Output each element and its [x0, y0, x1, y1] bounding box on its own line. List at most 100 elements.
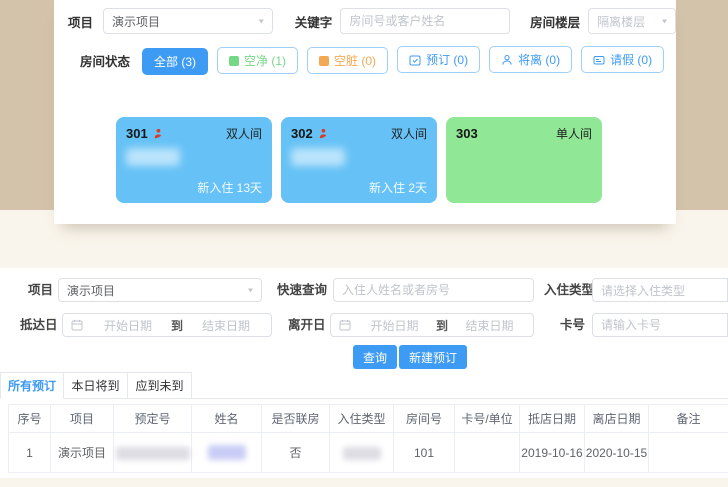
column-header: 序号: [9, 405, 51, 433]
column-header: 预定号: [114, 405, 192, 433]
project-select-value: 演示项目: [67, 282, 115, 299]
chevron-down-icon: ▾: [259, 17, 264, 26]
redacted-booking-no: [116, 447, 190, 460]
checkin-type-placeholder: 请选择入住类型: [601, 282, 685, 299]
project-label: 项目: [68, 12, 93, 31]
room-card-302[interactable]: 302 双人间 新入住 2天: [281, 117, 437, 203]
calendar-icon: [71, 319, 83, 331]
status-filter-label: 预订 (0): [426, 51, 468, 68]
keyword-input-wrap: [340, 8, 510, 34]
room-card-header: 302 双人间: [281, 117, 437, 142]
table-cell: [649, 433, 728, 473]
booking-tabs: 所有预订本日将到应到未到: [0, 372, 728, 399]
room-card-301[interactable]: 301 双人间 新入住 13天: [116, 117, 272, 203]
top-filter-row: 项目 演示项目 ▾ 关键字 房间楼层 隔离楼层 ▾: [54, 8, 676, 34]
project-select[interactable]: 演示项目 ▾: [103, 8, 273, 34]
room-card-header: 301 双人间: [116, 117, 272, 142]
departure-date-range[interactable]: 开始日期 到 结束日期: [330, 313, 534, 337]
table-cell: 2019-10-16: [520, 433, 585, 473]
leave-card-icon: [593, 54, 605, 66]
end-date-placeholder: 结束日期: [189, 317, 263, 334]
column-header: 房间号: [394, 405, 455, 433]
redacted-guest-name: [208, 445, 246, 460]
table-cell: 101: [394, 433, 455, 473]
room-card-303[interactable]: 303 单人间: [446, 117, 602, 203]
room-status-panel: 项目 演示项目 ▾ 关键字 房间楼层 隔离楼层 ▾ 房间状态 全部 (3) 空净 …: [54, 0, 676, 224]
column-header: 抵店日期: [520, 405, 585, 433]
status-filter-button-3[interactable]: 预订 (0): [397, 46, 480, 73]
status-filter-label: 空脏 (0): [334, 52, 376, 69]
right-background-strip: [676, 0, 728, 210]
status-filter-label: 空净 (1): [244, 52, 286, 69]
room-stay-duration: 新入住 2天: [369, 179, 427, 196]
floor-label: 房间楼层: [530, 12, 580, 31]
table-cell: 1: [9, 433, 51, 473]
green-square-icon: [229, 56, 239, 66]
table-cell: 否: [262, 433, 330, 473]
date-range-separator: 到: [165, 317, 189, 334]
chevron-down-icon: ▾: [662, 17, 667, 26]
checkin-type-select[interactable]: 请选择入住类型: [592, 278, 728, 302]
quick-search-input[interactable]: [342, 283, 525, 297]
table-header-row: 序号项目预定号姓名是否联房入住类型房间号卡号/单位抵店日期离店日期备注: [9, 405, 728, 433]
occupied-guest-icon: [317, 128, 328, 139]
room-type: 单人间: [556, 125, 592, 142]
booking-table: 序号项目预定号姓名是否联房入住类型房间号卡号/单位抵店日期离店日期备注 1演示项…: [8, 404, 728, 473]
table-cell: 演示项目: [51, 433, 114, 473]
status-filter-button-4[interactable]: 将离 (0): [489, 46, 572, 73]
status-filter-button-2[interactable]: 空脏 (0): [307, 47, 388, 74]
new-booking-button[interactable]: 新建预订: [399, 345, 467, 369]
project-select[interactable]: 演示项目 ▾: [58, 278, 262, 302]
checkin-type-label: 入住类型: [544, 278, 594, 302]
room-number: 303: [456, 126, 478, 141]
room-status-row: 房间状态 全部 (3) 空净 (1) 空脏 (0) 预订 (0) 将离 (0) 请假 (0…: [54, 47, 676, 74]
arrival-date-range[interactable]: 开始日期 到 结束日期: [62, 313, 272, 337]
status-filter-button-0[interactable]: 全部 (3): [142, 48, 208, 75]
column-header: 项目: [51, 405, 114, 433]
calendar-check-icon: [409, 54, 421, 66]
tab-2[interactable]: 应到未到: [128, 372, 192, 399]
calendar-icon: [339, 319, 351, 331]
table-cell: [330, 433, 394, 473]
room-card-grid: 301 双人间 新入住 13天 302 双人间 新入住 2天 303 单人间: [116, 117, 602, 203]
column-header: 卡号/单位: [455, 405, 520, 433]
column-header: 备注: [649, 405, 728, 433]
column-header: 是否联房: [262, 405, 330, 433]
card-no-label: 卡号: [560, 313, 585, 337]
tab-0[interactable]: 所有预订: [0, 372, 64, 399]
left-background-strip: [0, 0, 54, 210]
room-number: 302: [291, 126, 313, 141]
room-card-header: 303 单人间: [446, 117, 602, 142]
table-cell: [455, 433, 520, 473]
table-cell: [114, 433, 192, 473]
table-cell: [192, 433, 262, 473]
end-date-placeholder: 结束日期: [454, 317, 525, 334]
start-date-placeholder: 开始日期: [91, 317, 165, 334]
room-stay-duration: 新入住 13天: [197, 179, 262, 196]
keyword-input[interactable]: [349, 14, 501, 28]
search-button[interactable]: 查询: [353, 345, 397, 369]
room-type: 双人间: [226, 125, 262, 142]
project-select-value: 演示项目: [112, 13, 160, 30]
quick-search-label: 快速查询: [277, 278, 327, 302]
redacted-checkin-type: [343, 447, 381, 460]
card-no-input-wrap: [592, 313, 728, 337]
start-date-placeholder: 开始日期: [359, 317, 430, 334]
status-filter-group: 全部 (3) 空净 (1) 空脏 (0) 预订 (0) 将离 (0) 请假 (0): [142, 46, 673, 75]
status-filter-button-1[interactable]: 空净 (1): [217, 47, 298, 74]
tab-1[interactable]: 本日将到: [64, 372, 128, 399]
room-status-label: 房间状态: [80, 51, 130, 70]
quick-search-input-wrap: [333, 278, 534, 302]
redacted-guest-name: [291, 148, 345, 166]
status-filter-button-5[interactable]: 请假 (0): [581, 46, 664, 73]
project-label: 项目: [28, 278, 53, 302]
card-no-input[interactable]: [601, 318, 719, 332]
table-cell: 2020-10-15: [585, 433, 649, 473]
booking-panel: 项目 演示项目 ▾ 快速查询 入住类型 请选择入住类型 抵达日 开始日期 到 结…: [0, 268, 728, 478]
status-filter-label: 请假 (0): [610, 51, 652, 68]
floor-select[interactable]: 隔离楼层 ▾: [588, 8, 676, 34]
arrival-date-label: 抵达日: [20, 313, 58, 337]
column-header: 入住类型: [330, 405, 394, 433]
chevron-down-icon: ▾: [248, 286, 253, 295]
table-row[interactable]: 1演示项目 否 101 2019-10-162020-10-15: [9, 433, 728, 473]
